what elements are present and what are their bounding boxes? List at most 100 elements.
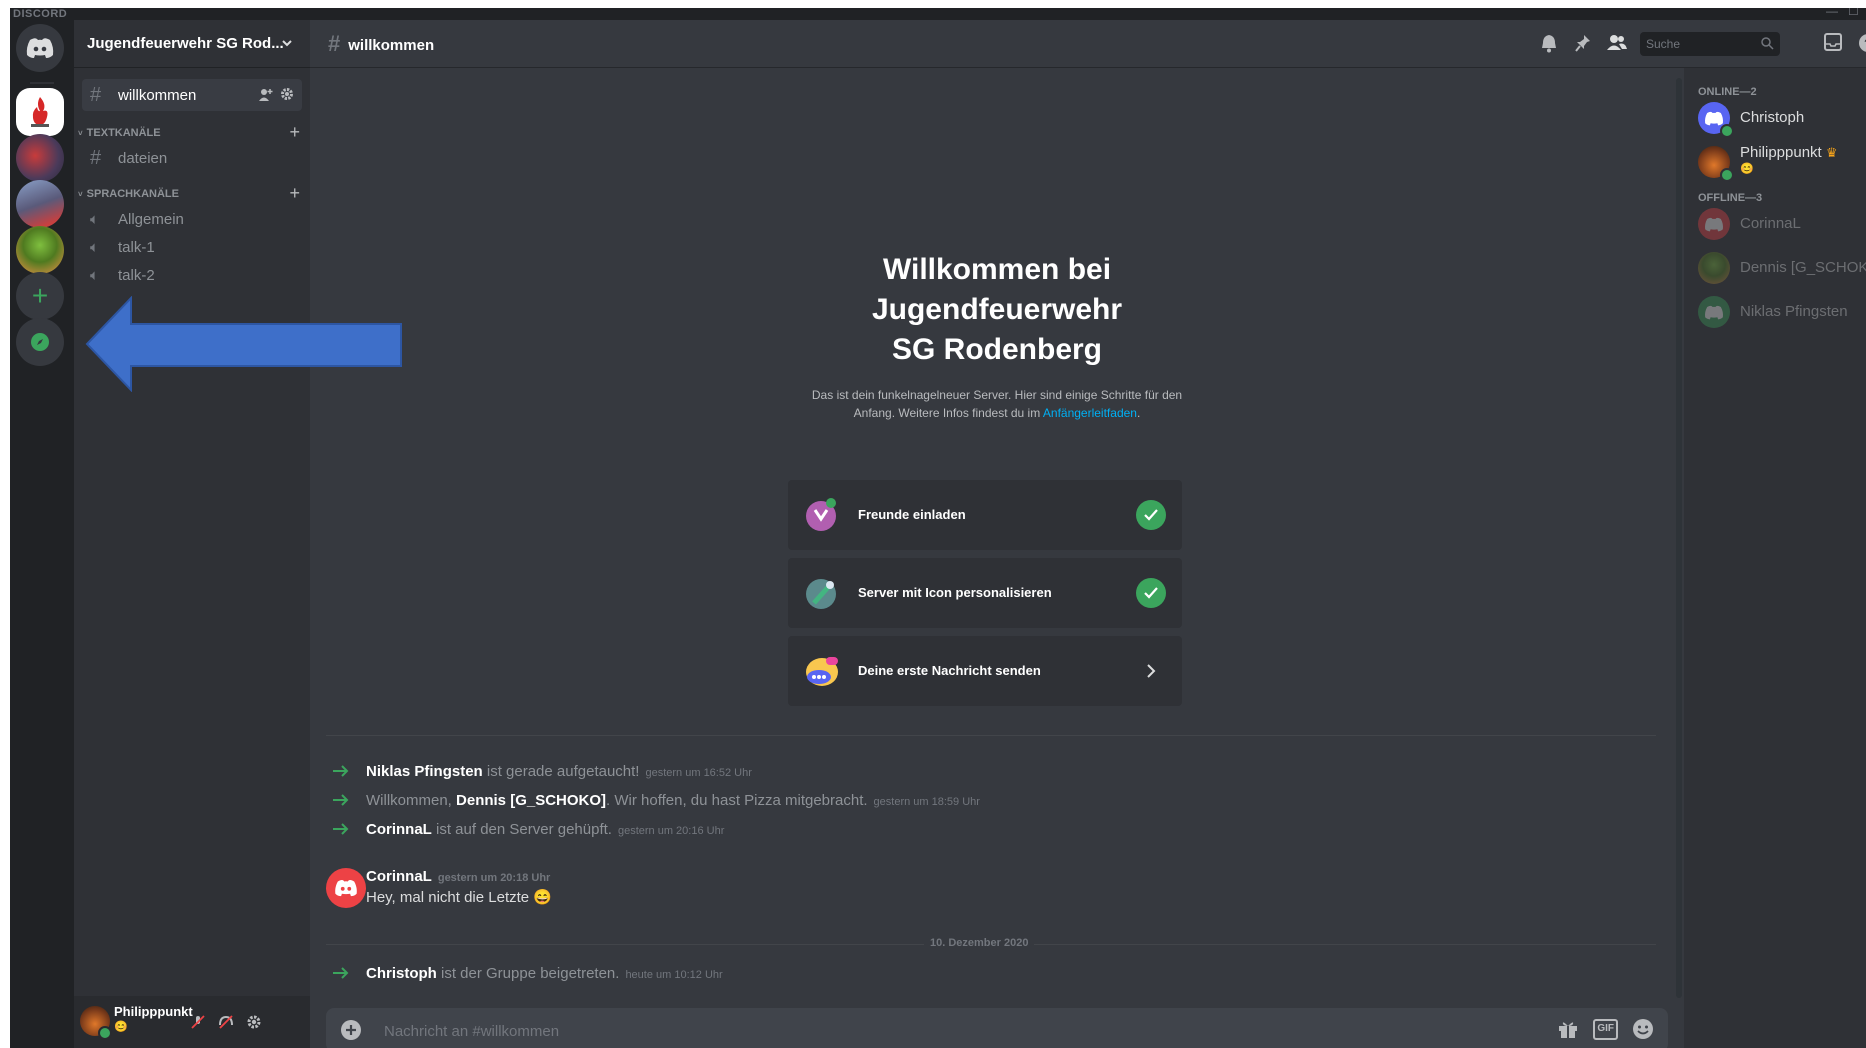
server-icon-jugendfeuerwehr[interactable]: [16, 88, 64, 136]
join-arrow-icon: [333, 794, 349, 806]
join-arrow-icon: [333, 765, 349, 777]
server-icon-3[interactable]: [16, 180, 64, 228]
annotation-arrow: [85, 296, 402, 392]
member-item[interactable]: Christoph: [1692, 100, 1866, 138]
owner-crown-icon: ♛: [1825, 145, 1838, 160]
gear-icon[interactable]: [280, 87, 294, 101]
speaker-icon: 🔈︎: [90, 210, 100, 228]
message-author[interactable]: CorinnaL: [366, 868, 432, 885]
member-name: Dennis [G_SCHOKO]: [1740, 259, 1866, 276]
channel-title: # willkommen: [328, 31, 434, 57]
scrollbar[interactable]: [1676, 78, 1682, 998]
help-icon[interactable]: ?: [1858, 33, 1866, 53]
message-text: Hey, mal nicht die Letzte: [366, 889, 530, 906]
category-sprachkanaele[interactable]: ˅ SPRACHKANÄLE +: [78, 183, 306, 204]
discord-logo-icon: [26, 38, 54, 58]
message-composer: GIF: [326, 1008, 1668, 1048]
deafen-headphones-icon[interactable]: [218, 1014, 234, 1030]
search-placeholder: Suche: [1646, 37, 1681, 51]
system-text: ist gerade aufgetaucht!: [482, 763, 640, 780]
channel-label: willkommen: [118, 86, 197, 104]
offline-header: OFFLINE—3: [1698, 192, 1763, 204]
chat-main: # willkommen Suche ? Willkommen bei Juge…: [310, 20, 1866, 1048]
custom-status-emoji: 😊: [114, 1021, 128, 1033]
emoji-smile-icon[interactable]: [1632, 1018, 1654, 1040]
welcome-section: Willkommen bei Jugendfeuerwehr SG Rodenb…: [310, 250, 1684, 422]
system-message: Christoph ist der Gruppe beigetreten. heu…: [310, 962, 1660, 986]
member-name[interactable]: CorinnaL: [366, 821, 432, 838]
member-item[interactable]: Dennis [G_SCHOKO]: [1692, 250, 1866, 286]
guild-header[interactable]: Jugendfeuerwehr SG Rod...: [74, 20, 310, 68]
channel-willkommen[interactable]: # willkommen: [82, 79, 302, 111]
card-personalize-server[interactable]: Server mit Icon personalisieren: [788, 558, 1182, 628]
online-status-dot: [98, 1026, 112, 1040]
member-name: Philipppunkt: [1740, 144, 1822, 161]
welcome-description: Das ist dein funkelnagelneuer Server. Hi…: [807, 386, 1187, 422]
search-icon: [1761, 37, 1774, 50]
chat-message: CorinnaL gestern um 20:18 Uhr Hey, mal ni…: [310, 868, 1660, 918]
plus-icon: +: [31, 280, 49, 311]
pin-icon[interactable]: [1574, 33, 1592, 53]
add-server-button[interactable]: +: [16, 272, 64, 320]
member-name[interactable]: Dennis [G_SCHOKO]: [456, 792, 606, 809]
channel-dateien[interactable]: # dateien: [82, 142, 302, 174]
rail-separator: [30, 82, 54, 84]
gift-icon[interactable]: [1557, 1018, 1579, 1040]
timestamp: gestern um 20:18 Uhr: [437, 872, 551, 884]
avatar[interactable]: [326, 868, 366, 908]
hash-icon: #: [90, 83, 102, 106]
online-header: ONLINE—2: [1698, 86, 1757, 98]
inbox-icon[interactable]: [1824, 33, 1842, 51]
voice-channel-talk-2[interactable]: 🔈︎ talk-2: [82, 259, 302, 291]
server-icon-2[interactable]: [16, 134, 64, 182]
system-message: CorinnaL ist auf den Server gehüpft. gest…: [310, 818, 1660, 842]
server-rail: +: [10, 20, 74, 1048]
member-name[interactable]: Christoph: [366, 965, 437, 982]
card-label: Server mit Icon personalisieren: [858, 585, 1052, 600]
avatar: [1698, 252, 1730, 284]
discord-logo-icon: [1705, 111, 1723, 125]
paintbrush-icon: [806, 579, 836, 609]
home-button[interactable]: [16, 24, 64, 72]
card-label: Freunde einladen: [858, 507, 966, 522]
discord-window: DISCORD — ☐ + Jugendfeuerwehr SG Rod... …: [10, 8, 1866, 1048]
system-text: ist der Gruppe beigetreten.: [436, 965, 620, 982]
channel-label: Allgemein: [118, 210, 184, 228]
user-panel: Philipppunkt 😊: [74, 996, 310, 1048]
hash-icon: #: [90, 146, 102, 169]
explore-servers-button[interactable]: [16, 318, 64, 366]
card-invite-friends[interactable]: Freunde einladen: [788, 480, 1182, 550]
gif-button[interactable]: GIF: [1593, 1019, 1618, 1040]
minimize-icon[interactable]: —: [1826, 8, 1838, 18]
invite-friends-icon: [806, 498, 836, 531]
chevron-right-icon: [1147, 664, 1156, 678]
search-input[interactable]: Suche: [1640, 32, 1780, 56]
add-channel-icon[interactable]: +: [289, 183, 300, 204]
mute-mic-icon[interactable]: [190, 1014, 206, 1030]
bell-icon[interactable]: [1540, 33, 1558, 53]
member-item[interactable]: CorinnaL: [1692, 206, 1866, 242]
check-icon: [1136, 500, 1166, 530]
system-text: ist auf den Server gehüpft.: [431, 821, 612, 838]
member-list: ONLINE—2 Christoph Philipppunkt ♛ 😊 OFFL…: [1684, 68, 1866, 1048]
member-list-icon[interactable]: [1606, 33, 1628, 53]
server-icon-4[interactable]: [16, 226, 64, 274]
maximize-icon[interactable]: ☐: [1848, 8, 1859, 18]
invite-icon[interactable]: [258, 87, 274, 103]
custom-status-emoji: 😊: [1740, 163, 1754, 175]
member-name[interactable]: Niklas Pfingsten: [366, 763, 483, 780]
card-first-message[interactable]: Deine erste Nachricht senden: [788, 636, 1182, 706]
fire-emblem-icon: [31, 97, 49, 127]
member-item[interactable]: Niklas Pfingsten: [1692, 294, 1866, 330]
system-message: Willkommen, Dennis [G_SCHOKO]. Wir hoffe…: [310, 789, 1660, 813]
user-settings-gear-icon[interactable]: [246, 1014, 262, 1030]
add-channel-icon[interactable]: +: [289, 122, 300, 143]
guild-name: Jugendfeuerwehr SG Rod...: [87, 35, 284, 52]
system-text: . Wir hoffen, du hast Pizza mitgebracht.: [606, 792, 868, 809]
beginner-guide-link[interactable]: Anfängerleitfaden: [1043, 406, 1137, 420]
member-item[interactable]: Philipppunkt ♛ 😊: [1692, 144, 1866, 182]
category-textkanaele[interactable]: ˅ TEXTKANÄLE +: [78, 122, 306, 143]
message-input[interactable]: [382, 1008, 1286, 1048]
channel-header: # willkommen Suche ?: [310, 20, 1866, 68]
attach-plus-icon[interactable]: [340, 1019, 362, 1041]
